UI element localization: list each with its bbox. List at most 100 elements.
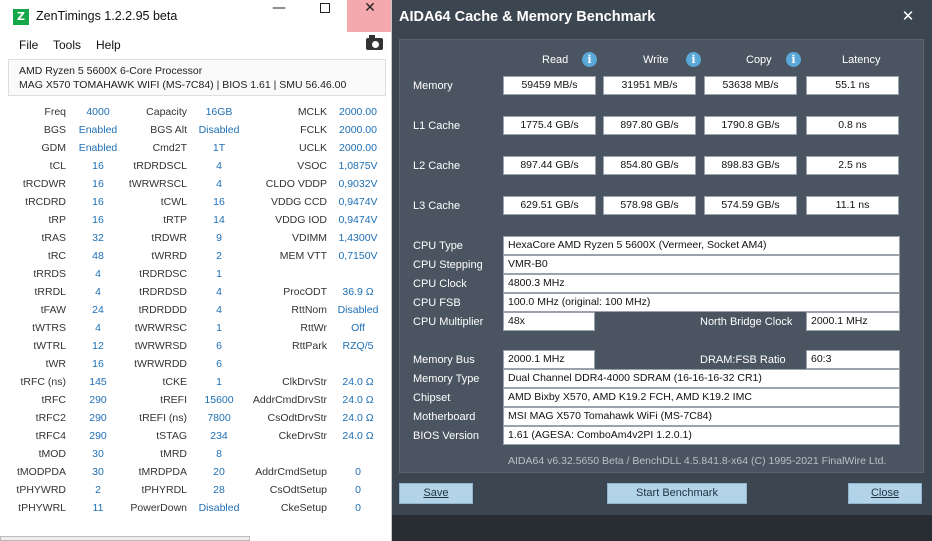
- timing-value: 28: [213, 484, 225, 496]
- timing-label: Cmd2T: [152, 142, 187, 154]
- read-info-icon[interactable]: i: [582, 52, 597, 67]
- timing-label: tRCDWR: [22, 178, 66, 190]
- param-label: ClkDrvStr: [282, 376, 327, 388]
- timing-value: 32: [92, 232, 104, 244]
- timing-value: 290: [89, 430, 107, 442]
- board-bios-smu: MAG X570 TOMAHAWK WIFI (MS-7C84) | BIOS …: [19, 79, 347, 91]
- aida64-version-footer: AIDA64 v6.32.5650 Beta / BenchDLL 4.5.84…: [508, 455, 887, 467]
- param-label: VDDG CCD: [270, 196, 327, 208]
- param-value: 0,7150V: [338, 250, 378, 262]
- cpu-fsb-label: CPU FSB: [413, 297, 461, 309]
- start-benchmark-button[interactable]: Start Benchmark: [607, 483, 747, 504]
- dram-fsb-ratio-value: 60:3: [806, 350, 900, 369]
- param-label: MEM VTT: [279, 250, 327, 262]
- timing-value: 6: [216, 358, 222, 370]
- nb-clock-label: North Bridge Clock: [700, 316, 793, 328]
- l2-latency-value: 2.5 ns: [806, 156, 899, 175]
- timing-value: Disabled: [198, 502, 240, 514]
- timing-label: tRCDRD: [25, 196, 66, 208]
- timing-value: 16: [92, 196, 104, 208]
- timing-label: tRP: [48, 214, 66, 226]
- timing-label: tRDRDSCL: [133, 160, 187, 172]
- timing-value: 12: [92, 340, 104, 352]
- header-copy: Copy: [746, 54, 772, 66]
- param-value: 0,9474V: [338, 196, 378, 208]
- timing-value: 15600: [204, 394, 234, 406]
- motherboard-label: Motherboard: [413, 411, 476, 423]
- cpu-clock-label: CPU Clock: [413, 278, 467, 290]
- timing-value: 234: [210, 430, 228, 442]
- timing-value: 8: [216, 448, 222, 460]
- timing-value: 2: [216, 250, 222, 262]
- timing-label: tRC: [47, 250, 66, 262]
- timing-value: 290: [89, 394, 107, 406]
- timing-value: 48: [92, 250, 104, 262]
- timing-value: 4: [216, 178, 222, 190]
- timing-value: 30: [92, 448, 104, 460]
- param-label: RttNom: [291, 304, 327, 316]
- zentimings-menubar: File Tools Help: [0, 34, 391, 56]
- minimize-button[interactable]: —: [256, 0, 302, 32]
- param-label: RttPark: [291, 340, 327, 352]
- benchmark-panel: Read i Write i Copy i Latency Memory 594…: [399, 39, 924, 473]
- timing-label: tRFC: [41, 394, 67, 406]
- param-label: ProcODT: [283, 286, 327, 298]
- bench-label: L2 Cache: [413, 160, 461, 172]
- l1-read-value: 1775.4 GB/s: [503, 116, 596, 135]
- timing-value: Enabled: [78, 142, 118, 154]
- memory-type-value: Dual Channel DDR4-4000 SDRAM (16-16-16-3…: [503, 369, 900, 388]
- maximize-button[interactable]: [302, 0, 348, 32]
- cpu-fsb-value: 100.0 MHz (original: 100 MHz): [503, 293, 900, 312]
- header-latency: Latency: [842, 54, 881, 66]
- save-button[interactable]: Save: [399, 483, 473, 504]
- close-button-bottom[interactable]: Close: [848, 483, 922, 504]
- timing-value: 16GB: [205, 106, 233, 118]
- cpu-type-value: HexaCore AMD Ryzen 5 5600X (Vermeer, Soc…: [503, 236, 900, 255]
- timing-label: tPHYWRL: [18, 502, 66, 514]
- zentimings-titlebar[interactable]: Z ZenTimings 1.2.2.95 beta — ✕: [0, 0, 391, 32]
- aida64-title: AIDA64 Cache & Memory Benchmark: [399, 9, 656, 25]
- menu-file[interactable]: File: [19, 38, 38, 52]
- timing-value: 7800: [207, 412, 231, 424]
- l2-write-value: 854.80 GB/s: [603, 156, 696, 175]
- header-read: Read: [542, 54, 569, 66]
- param-value: 0: [355, 484, 361, 496]
- menu-tools[interactable]: Tools: [53, 38, 81, 52]
- menu-help[interactable]: Help: [96, 38, 121, 52]
- start-benchmark-label: Start Benchmark: [636, 487, 718, 499]
- timing-value: 14: [213, 214, 225, 226]
- param-value: 0: [355, 502, 361, 514]
- timing-label: tRDRDSC: [139, 268, 187, 280]
- timing-label: tFAW: [40, 304, 66, 316]
- timing-label: tWTRL: [33, 340, 66, 352]
- copy-info-icon[interactable]: i: [786, 52, 801, 67]
- timing-value: Disabled: [198, 124, 240, 136]
- cpu-clock-value: 4800.3 MHz: [503, 274, 900, 293]
- maximize-icon: [320, 3, 330, 13]
- aida64-close-icon[interactable]: ✕: [897, 5, 919, 27]
- timing-value: Enabled: [78, 124, 118, 136]
- param-label: AddrCmdSetup: [255, 466, 327, 478]
- horizontal-scrollbar[interactable]: [0, 536, 250, 541]
- timing-value: 11: [92, 502, 104, 514]
- param-value: 24.0 Ω: [342, 394, 374, 406]
- timing-value: 16: [213, 196, 225, 208]
- param-label: CsOdtDrvStr: [267, 412, 327, 424]
- memory-latency-value: 55.1 ns: [806, 76, 899, 95]
- param-value: Disabled: [337, 304, 379, 316]
- timing-value: 145: [89, 376, 107, 388]
- aida64-window: AIDA64 Cache & Memory Benchmark ✕ Read i…: [392, 0, 932, 541]
- close-button[interactable]: ✕: [347, 0, 391, 32]
- timing-label: tWR: [45, 358, 66, 370]
- timing-value: 1: [216, 376, 222, 388]
- screenshot-camera-icon[interactable]: [366, 35, 383, 50]
- save-button-label: Save: [423, 487, 449, 499]
- write-info-icon[interactable]: i: [686, 52, 701, 67]
- timing-label: tMODPDA: [16, 466, 66, 478]
- l2-read-value: 897.44 GB/s: [503, 156, 596, 175]
- timing-value: 4: [216, 304, 222, 316]
- param-value: 24.0 Ω: [342, 376, 374, 388]
- param-label: FCLK: [300, 124, 327, 136]
- param-value: 2000.00: [339, 106, 377, 118]
- timing-label: tWRWRSCL: [128, 178, 187, 190]
